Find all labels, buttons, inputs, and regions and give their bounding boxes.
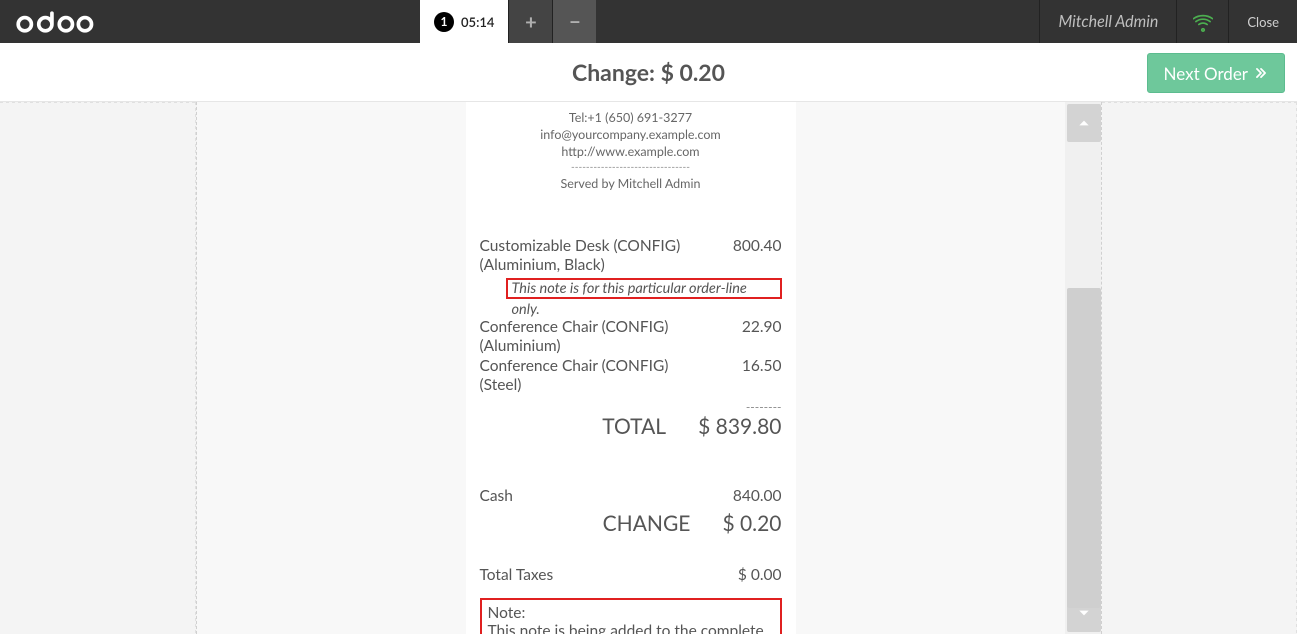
line-note-cont: only. xyxy=(512,301,782,318)
company-tel: Tel:+1 (650) 691-3277 xyxy=(480,110,782,127)
taxes-amount: $ 0.00 xyxy=(738,566,782,584)
payment-row: Cash 840.00 xyxy=(480,487,782,505)
add-order-button[interactable]: + xyxy=(508,0,552,43)
receipt-scroll-viewport[interactable]: Tel:+1 (650) 691-3277 info@yourcompany.e… xyxy=(197,102,1065,634)
chevron-down-icon xyxy=(1077,606,1091,620)
user-menu[interactable]: Mitchell Admin xyxy=(1039,0,1176,43)
total-row: TOTAL $ 839.80 xyxy=(480,414,782,439)
scroll-track[interactable] xyxy=(1065,142,1101,594)
header-row: Change: $ 0.20 Next Order xyxy=(0,43,1297,102)
served-by: Served by Mitchell Admin xyxy=(480,176,782,193)
line-name: Conference Chair (CONFIG) (Steel) xyxy=(480,357,702,396)
payment-method: Cash xyxy=(480,487,513,505)
company-email: info@yourcompany.example.com xyxy=(480,127,782,144)
receipt-area: Tel:+1 (650) 691-3277 info@yourcompany.e… xyxy=(197,102,1101,634)
page-body: Tel:+1 (650) 691-3277 info@yourcompany.e… xyxy=(0,102,1297,634)
order-line: Conference Chair (CONFIG) (Steel) 16.50 xyxy=(480,357,782,396)
receipt-divider: -------------------------------- xyxy=(480,161,782,175)
order-note-highlight: Note: This note is being added to the co… xyxy=(480,598,782,634)
plus-icon: + xyxy=(525,10,537,34)
scroll-up-button[interactable] xyxy=(1067,104,1101,142)
order-lines: Customizable Desk (CONFIG) (Aluminium, B… xyxy=(480,237,782,634)
odoo-logo-icon xyxy=(16,11,104,33)
odoo-logo[interactable] xyxy=(0,0,120,43)
close-button[interactable]: Close xyxy=(1228,0,1297,43)
line-name: Conference Chair (CONFIG) (Aluminium) xyxy=(480,318,702,357)
subtotal-divider: -------- xyxy=(480,399,782,414)
order-note-title: Note: xyxy=(488,604,774,622)
change-row: CHANGE $ 0.20 xyxy=(480,511,782,536)
line-note-highlight: This note is for this particular order-l… xyxy=(506,278,782,299)
taxes-label: Total Taxes xyxy=(480,566,554,584)
next-order-button[interactable]: Next Order xyxy=(1147,53,1285,93)
line-amount: 22.90 xyxy=(702,318,782,357)
order-number-badge: 1 xyxy=(434,12,454,32)
right-gutter xyxy=(1101,102,1297,634)
chevrons-right-icon xyxy=(1254,66,1268,80)
change-amount: $ 0.20 xyxy=(722,511,781,536)
wifi-icon xyxy=(1193,12,1213,32)
order-time: 05:14 xyxy=(461,14,494,30)
total-amount: $ 839.80 xyxy=(698,414,781,439)
line-name: Customizable Desk (CONFIG) (Aluminium, B… xyxy=(480,237,702,276)
company-info: Tel:+1 (650) 691-3277 info@yourcompany.e… xyxy=(480,110,782,193)
next-order-label: Next Order xyxy=(1164,63,1248,84)
left-gutter xyxy=(0,102,197,634)
scroll-thumb[interactable] xyxy=(1067,288,1101,608)
order-line: Conference Chair (CONFIG) (Aluminium) 22… xyxy=(480,318,782,357)
order-line: Customizable Desk (CONFIG) (Aluminium, B… xyxy=(480,237,782,276)
topbar: 1 05:14 + − Mitchell Admin Close xyxy=(0,0,1297,43)
line-amount: 16.50 xyxy=(702,357,782,396)
minus-icon: − xyxy=(569,10,581,34)
scroll-column xyxy=(1065,102,1101,634)
taxes-row: Total Taxes $ 0.00 xyxy=(480,566,782,584)
order-note-body: This note is being added to the complete… xyxy=(488,622,774,634)
total-label: TOTAL xyxy=(480,414,667,439)
payment-amount: 840.00 xyxy=(733,487,782,505)
chevron-up-icon xyxy=(1077,116,1091,130)
line-amount: 800.40 xyxy=(702,237,782,276)
order-tab[interactable]: 1 05:14 xyxy=(420,0,508,43)
receipt: Tel:+1 (650) 691-3277 info@yourcompany.e… xyxy=(466,102,796,634)
change-label: CHANGE xyxy=(480,511,691,536)
remove-order-button[interactable]: − xyxy=(552,0,596,43)
change-title: Change: $ 0.20 xyxy=(572,58,725,86)
connection-status[interactable] xyxy=(1176,0,1228,43)
company-web: http://www.example.com xyxy=(480,144,782,161)
